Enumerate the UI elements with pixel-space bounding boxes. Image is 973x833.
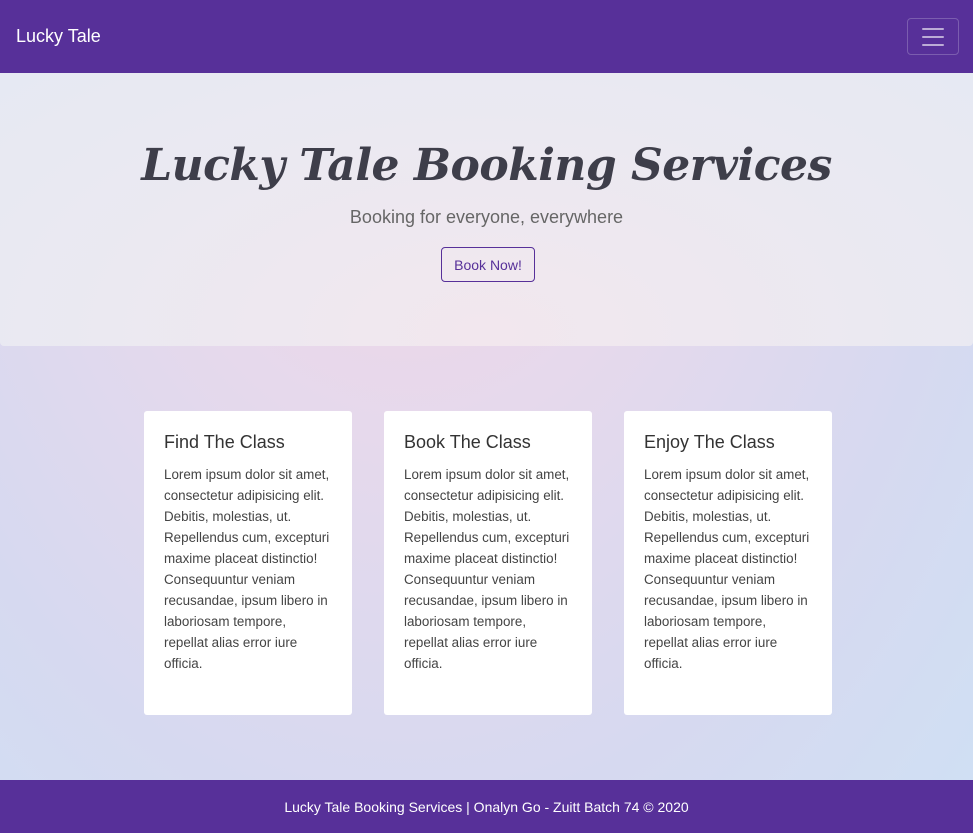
card-text: Lorem ipsum dolor sit amet, consectetur … [644,467,810,671]
book-now-button[interactable]: Book Now! [441,247,535,282]
navbar: Lucky Tale [0,0,973,73]
card-text: Lorem ipsum dolor sit amet, consectetur … [404,467,570,671]
card-book-the-class: Book The Class Lorem ipsum dolor sit ame… [384,411,592,715]
hamburger-menu-icon [922,43,944,46]
navbar-brand[interactable]: Lucky Tale [16,26,101,47]
hero-banner: Lucky Tale Booking Services Booking for … [0,73,973,346]
hero-title: Lucky Tale Booking Services [141,140,832,191]
card-enjoy-the-class: Enjoy The Class Lorem ipsum dolor sit am… [624,411,832,715]
card-text: Lorem ipsum dolor sit amet, consectetur … [164,467,330,671]
card-title: Enjoy The Class [644,432,775,452]
card-title: Find The Class [164,432,285,452]
card-find-the-class: Find The Class Lorem ipsum dolor sit ame… [144,411,352,715]
hamburger-menu-icon [922,27,944,30]
footer-text: Lucky Tale Booking Services | Onalyn Go … [284,798,689,815]
navbar-toggler-button[interactable] [907,18,959,55]
hamburger-menu-icon [922,35,944,38]
card-title: Book The Class [404,432,531,452]
footer: Lucky Tale Booking Services | Onalyn Go … [0,780,973,833]
hero-subtitle: Booking for everyone, everywhere [349,207,624,227]
